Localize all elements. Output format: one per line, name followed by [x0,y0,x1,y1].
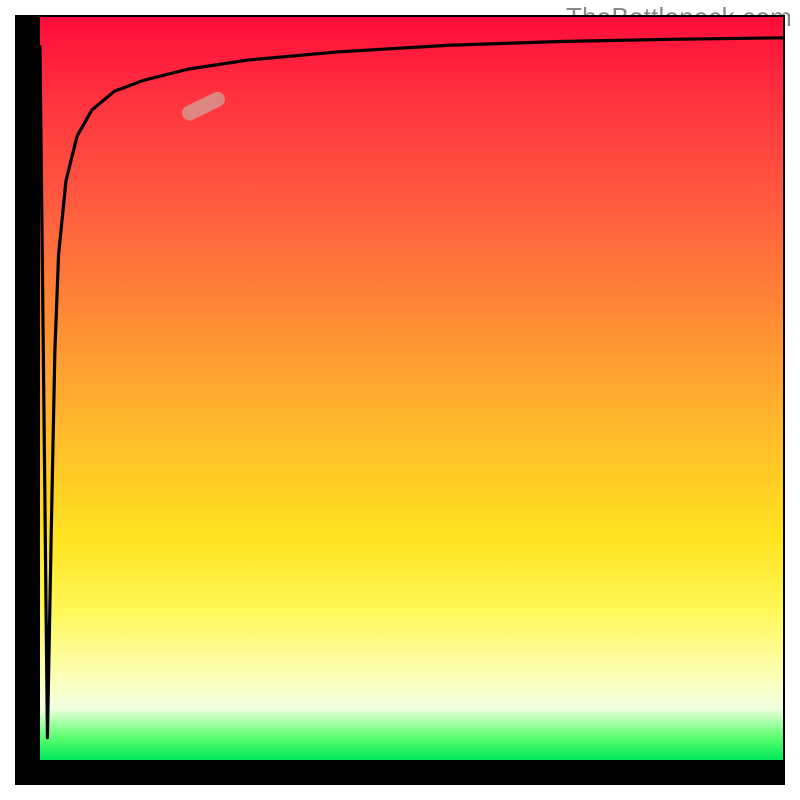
plot-area [40,17,783,760]
curve [40,38,783,738]
frame-edge-right [783,15,785,785]
axis-bottom [15,760,785,785]
chart-svg [40,17,783,760]
marker-pill [179,89,227,123]
axis-left [15,15,40,785]
chart-frame [15,15,785,785]
